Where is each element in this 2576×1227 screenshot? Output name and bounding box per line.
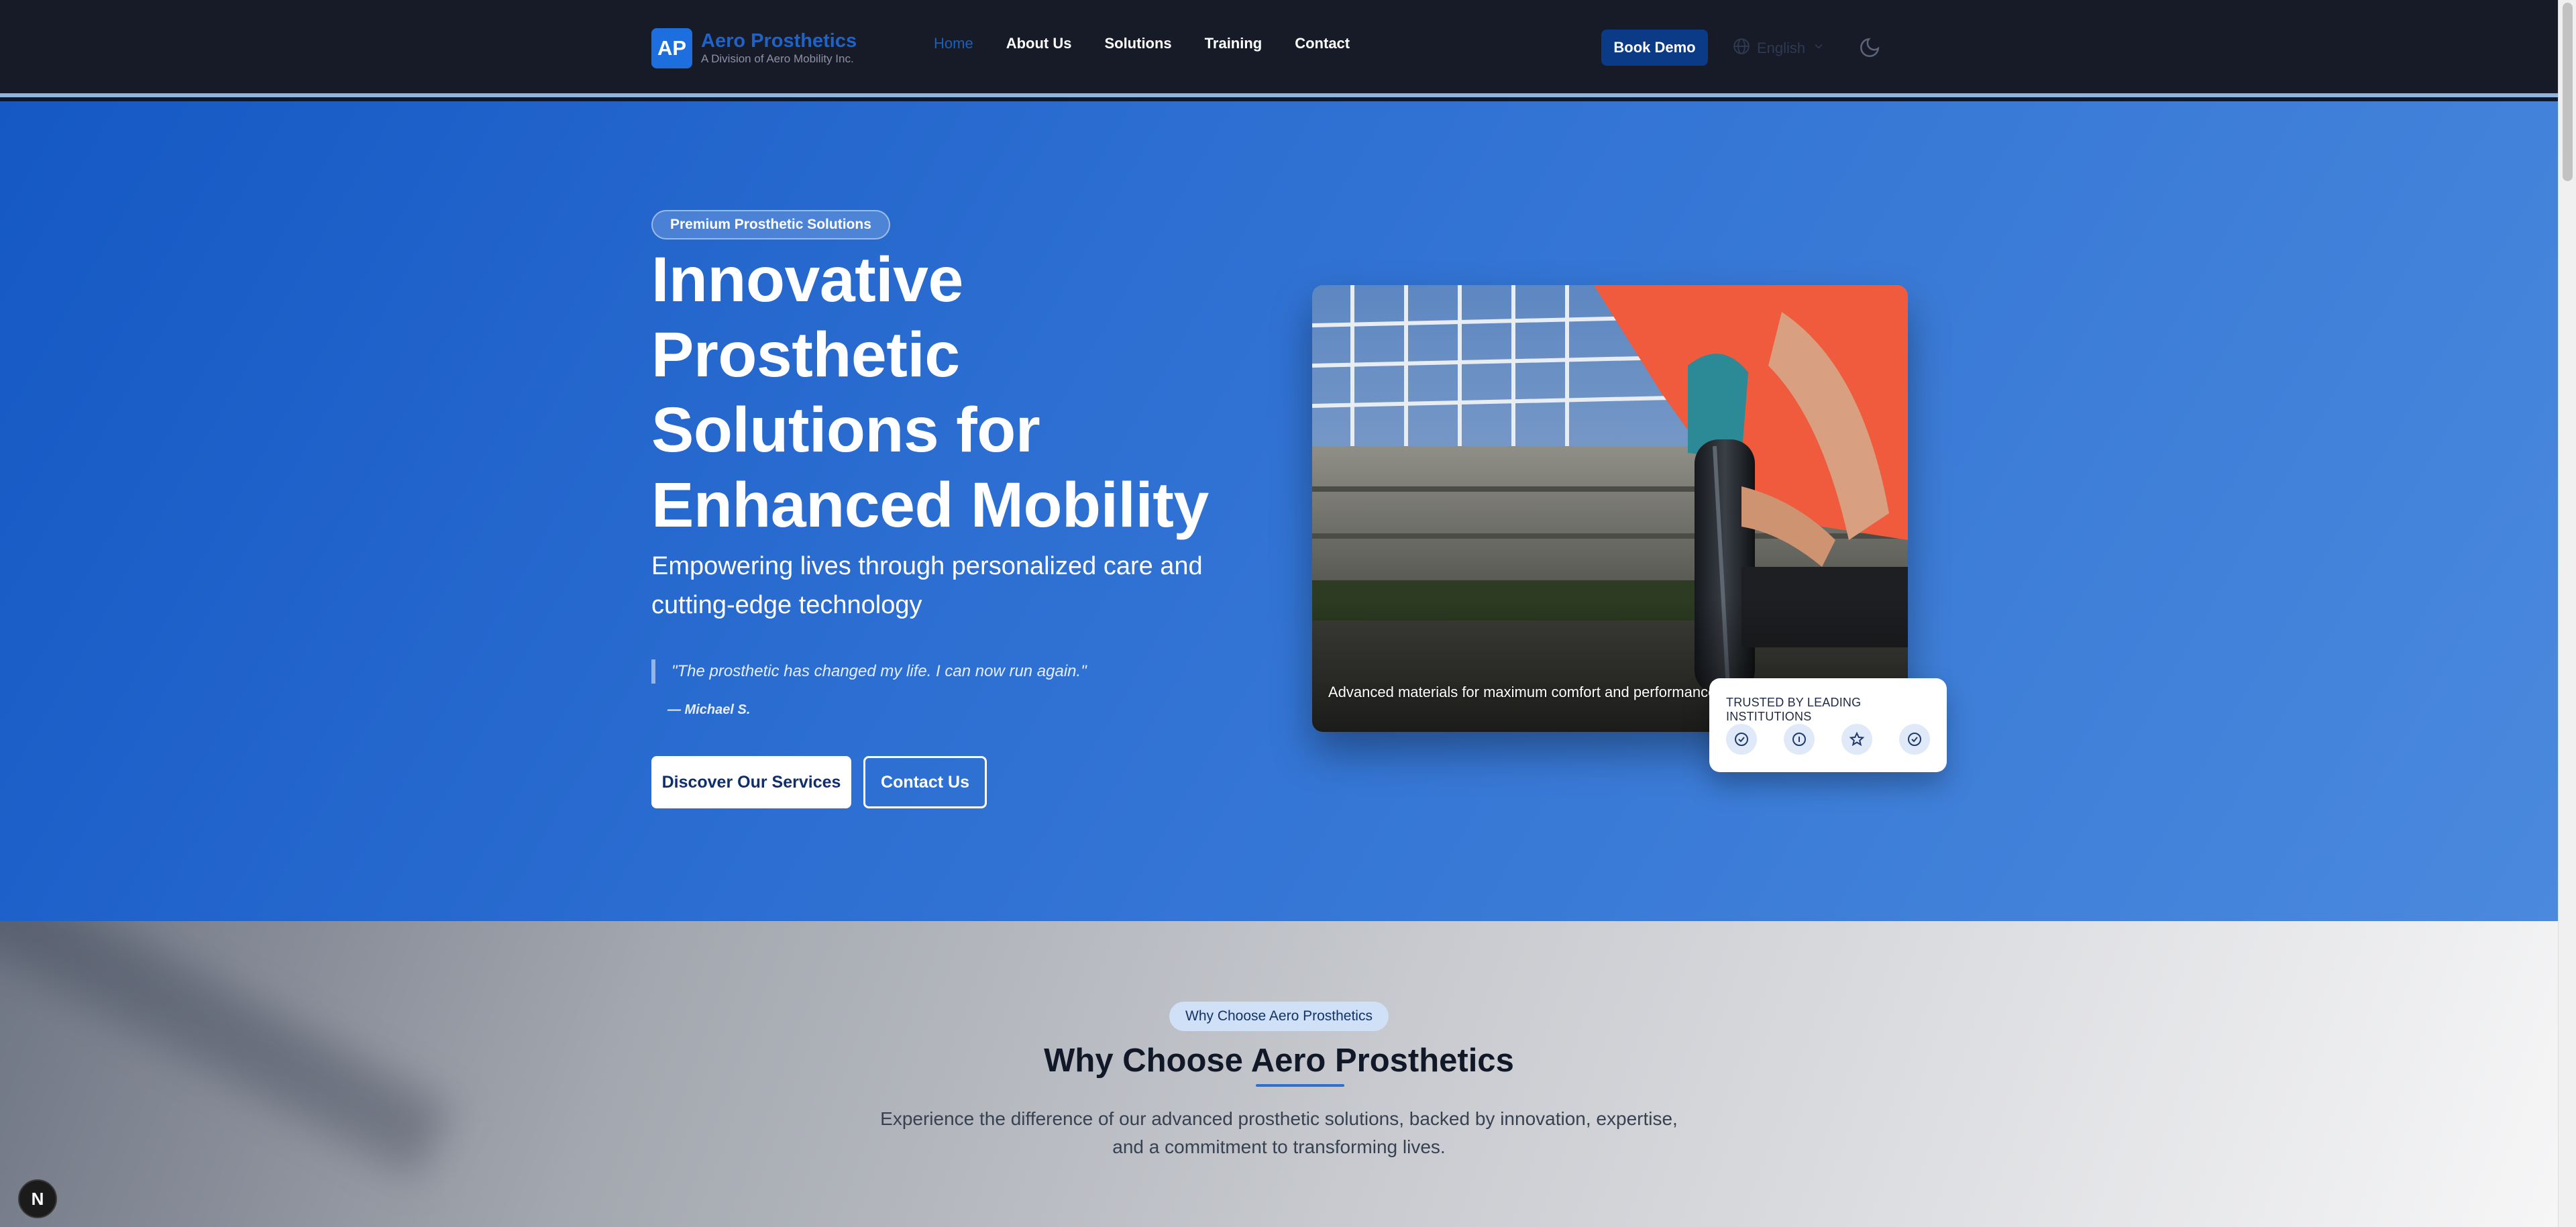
why-title: Why Choose Aero Prosthetics: [1044, 1043, 1514, 1079]
nav-training[interactable]: Training: [1205, 35, 1263, 52]
nav-home[interactable]: Home: [934, 35, 973, 52]
athlete-prosthetic-illustration: [1312, 285, 1908, 732]
trusted-icons: [1726, 724, 1930, 755]
scrollbar-thumb[interactable]: [2563, 3, 2573, 181]
dev-tools-badge[interactable]: N: [18, 1179, 57, 1218]
why-description-line2: and a commitment to transforming lives.: [1112, 1136, 1446, 1157]
check-circle-icon: [1726, 724, 1757, 755]
main-nav: Home About Us Solutions Training Contact: [934, 35, 1350, 52]
hero-subtitle: Empowering lives through personalized ca…: [651, 552, 1203, 619]
moon-icon: [1858, 38, 1881, 62]
logo-text: Aero Prosthetics A Division of Aero Mobi…: [701, 30, 857, 66]
language-label: English: [1757, 40, 1806, 56]
nav-contact[interactable]: Contact: [1295, 35, 1350, 52]
chevron-down-icon: [1812, 40, 1825, 57]
contact-us-button[interactable]: Contact Us: [863, 756, 987, 808]
why-description-line1: Experience the difference of our advance…: [880, 1108, 1678, 1129]
nav-about-us[interactable]: About Us: [1006, 35, 1072, 52]
testimonial-quote: "The prosthetic has changed my life. I c…: [651, 659, 1087, 684]
book-demo-button[interactable]: Book Demo: [1601, 30, 1708, 66]
hero-image: Advanced materials for maximum comfort a…: [1312, 285, 1908, 732]
trusted-label: TRUSTED BY LEADING INSTITUTIONS: [1726, 696, 1862, 723]
brand-logo[interactable]: AP Aero Prosthetics A Division of Aero M…: [651, 28, 857, 68]
page-scrollbar[interactable]: [2558, 0, 2576, 1227]
check-circle-icon: [1899, 724, 1930, 755]
top-navbar: AP Aero Prosthetics A Division of Aero M…: [0, 0, 2558, 97]
brand-name: Aero Prosthetics: [701, 30, 857, 52]
info-circle-icon: [1784, 724, 1815, 755]
why-description: Experience the difference of our advance…: [0, 1105, 2558, 1161]
hero-badge: Premium Prosthetic Solutions: [651, 210, 890, 239]
globe-icon: [1733, 38, 1750, 59]
title-underline: [1256, 1084, 1344, 1087]
discover-services-button[interactable]: Discover Our Services: [651, 756, 851, 808]
testimonial-author: — Michael S.: [667, 702, 751, 717]
star-icon: [1841, 724, 1872, 755]
image-caption: Advanced materials for maximum comfort a…: [1328, 684, 1717, 700]
hero-section: Premium Prosthetic Solutions Innovative …: [0, 101, 2558, 921]
language-selector[interactable]: English: [1733, 38, 1825, 59]
trusted-by-card: TRUSTED BY LEADING INSTITUTIONS: [1709, 678, 1947, 772]
brand-subtitle: A Division of Aero Mobility Inc.: [701, 52, 854, 65]
why-badge: Why Choose Aero Prosthetics: [1169, 1002, 1389, 1031]
hero-title: Innovative Prosthetic Solutions for Enha…: [651, 244, 1209, 541]
nav-solutions[interactable]: Solutions: [1104, 35, 1171, 52]
why-choose-section: Why Choose Aero Prosthetics Why Choose A…: [0, 921, 2558, 1227]
logo-mark: AP: [651, 28, 692, 68]
theme-toggle-button[interactable]: [1858, 36, 1881, 62]
